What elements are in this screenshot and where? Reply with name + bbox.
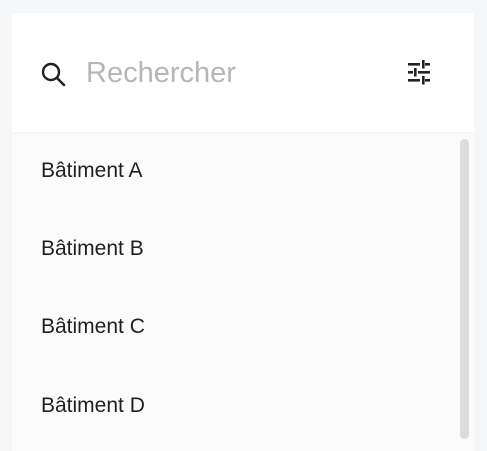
building-search-panel: Bâtiment A Bâtiment B Bâtiment C Bâtimen…: [12, 13, 474, 451]
search-bar: [12, 13, 474, 132]
list-item-batiment-c[interactable]: Bâtiment C: [12, 288, 452, 366]
list-item-batiment-d[interactable]: Bâtiment D: [12, 367, 452, 445]
list-item-label: Bâtiment A: [41, 159, 143, 182]
list-item-batiment-b[interactable]: Bâtiment B: [12, 210, 452, 288]
list-item-batiment-a[interactable]: Bâtiment A: [12, 132, 452, 210]
list-item-label: Bâtiment D: [41, 394, 145, 417]
search-icon: [40, 61, 68, 89]
list-scrollbar[interactable]: [460, 139, 469, 439]
tune-sliders-icon: [406, 59, 432, 90]
filter-button[interactable]: [404, 59, 434, 90]
list-item-label: Bâtiment C: [41, 315, 145, 338]
list-item-label: Bâtiment B: [41, 237, 144, 260]
building-list: Bâtiment A Bâtiment B Bâtiment C Bâtimen…: [12, 132, 474, 451]
search-input[interactable]: [86, 51, 386, 95]
